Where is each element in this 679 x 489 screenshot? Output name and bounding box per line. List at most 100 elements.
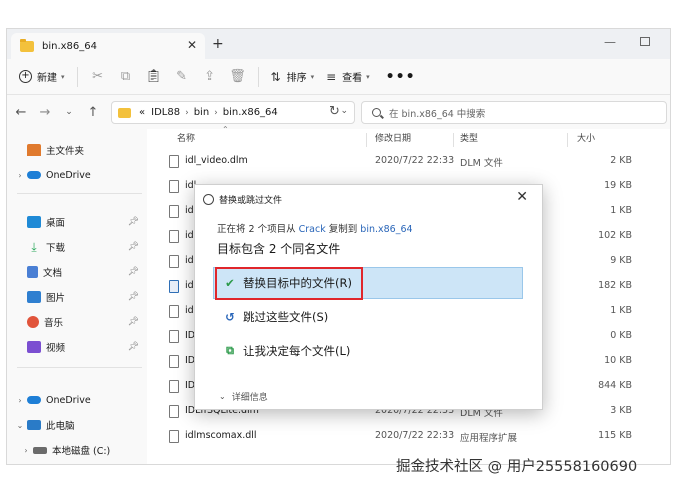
back-arrow-icon[interactable]: ← bbox=[9, 105, 33, 120]
more-details-label: 详细信息 bbox=[231, 393, 268, 403]
sort-ascending-icon: ⌃ bbox=[222, 125, 229, 134]
sidebar-item-music[interactable]: 音乐 📌︎ bbox=[7, 311, 147, 333]
more-options-button[interactable]: ••• bbox=[376, 65, 422, 89]
close-icon[interactable]: ✕ bbox=[516, 189, 528, 205]
tab-bin-x86-64[interactable]: bin.x86_64 ✕ bbox=[11, 33, 205, 59]
column-header-date[interactable]: 修改日期 bbox=[375, 131, 411, 149]
sidebar-item-label: 本地磁盘 (C:) bbox=[52, 446, 111, 457]
sidebar-item-desktop[interactable]: 桌面 📌︎ bbox=[7, 211, 147, 233]
file-name: idl_video.dlm bbox=[185, 155, 248, 166]
file-size: 102 KB bbox=[598, 230, 632, 241]
chevron-right-icon[interactable]: › bbox=[13, 171, 27, 180]
view-icon: ≡ bbox=[326, 69, 337, 84]
column-divider[interactable] bbox=[366, 133, 367, 147]
column-divider[interactable] bbox=[453, 133, 454, 147]
plus-icon[interactable]: + bbox=[212, 36, 224, 52]
file-icon bbox=[169, 430, 179, 443]
minimize-icon[interactable]: — bbox=[604, 35, 616, 49]
file-type: 应用程序扩展 bbox=[460, 433, 518, 444]
file-size: 19 KB bbox=[604, 180, 632, 191]
column-header-size[interactable]: 大小 bbox=[577, 131, 595, 149]
replace-files-button[interactable]: ✔ 替换目标中的文件(R) bbox=[223, 275, 352, 291]
sidebar-item-home[interactable]: 主文件夹 bbox=[7, 139, 84, 161]
column-header-name[interactable]: 名称 bbox=[177, 131, 195, 149]
file-size: 115 KB bbox=[598, 430, 632, 441]
column-divider[interactable] bbox=[567, 133, 568, 147]
breadcrumb-idl88[interactable]: IDL88 bbox=[151, 107, 180, 118]
rename-icon[interactable]: ✎ bbox=[168, 65, 196, 89]
plus-circle-icon: + bbox=[19, 70, 32, 83]
copy-icon[interactable]: ⧉ bbox=[112, 65, 140, 89]
view-button[interactable]: ≡ 查看 ▾ bbox=[320, 65, 376, 89]
sidebar-item-onedrive[interactable]: › OneDrive bbox=[7, 164, 91, 186]
file-date: 2020/7/22 22:33 bbox=[375, 430, 455, 441]
file-size: 9 KB bbox=[610, 255, 632, 266]
sidebar-item-onedrive-2[interactable]: › OneDrive bbox=[7, 389, 90, 411]
clock-icon bbox=[203, 194, 214, 205]
chevron-right-icon[interactable]: › bbox=[13, 396, 27, 405]
breadcrumb-bin[interactable]: bin bbox=[194, 107, 209, 118]
sidebar-item-documents[interactable]: 文档 📌︎ bbox=[7, 261, 147, 283]
file-size: 1 KB bbox=[610, 205, 632, 216]
command-bar: + 新建 ▾ ✂ ⧉ 📋︎ ✎ ⇪ 🗑︎ ⇅ 排序 ▾ ≡ 查看 ▾ ••• bbox=[7, 59, 670, 95]
new-button[interactable]: + 新建 ▾ bbox=[13, 65, 71, 89]
chevron-right-icon[interactable]: › bbox=[19, 446, 33, 455]
file-size: 2 KB bbox=[610, 155, 632, 166]
cut-icon[interactable]: ✂ bbox=[84, 65, 112, 89]
pin-icon: 📌︎ bbox=[127, 217, 139, 227]
sidebar-item-videos[interactable]: 视频 📌︎ bbox=[7, 336, 147, 358]
table-row[interactable]: idlmscomax.dll 2020/7/22 22:33 应用程序扩展 11… bbox=[147, 424, 670, 449]
copy-status-middle: 复制到 bbox=[328, 224, 358, 235]
sidebar-item-pictures[interactable]: 图片 📌︎ bbox=[7, 286, 147, 308]
maximize-icon[interactable] bbox=[640, 37, 650, 46]
recent-chevron-icon[interactable]: ⌄ bbox=[57, 107, 81, 117]
address-overflow[interactable]: « bbox=[139, 107, 145, 118]
sort-button[interactable]: ⇅ 排序 ▾ bbox=[265, 65, 321, 89]
file-icon bbox=[169, 205, 179, 218]
cloud-icon bbox=[27, 396, 41, 404]
chevron-down-icon[interactable]: ⌄ bbox=[340, 106, 348, 116]
delete-icon[interactable]: 🗑︎ bbox=[224, 65, 252, 89]
search-input[interactable]: 在 bin.x86_64 中搜索 bbox=[361, 101, 667, 124]
exe-icon bbox=[169, 280, 179, 293]
sidebar-item-label: 桌面 bbox=[46, 218, 66, 229]
pin-icon: 📌︎ bbox=[127, 342, 139, 352]
close-icon[interactable]: ✕ bbox=[187, 38, 197, 52]
file-size: 1 KB bbox=[610, 305, 632, 316]
paste-icon[interactable]: 📋︎ bbox=[140, 65, 168, 89]
destination-folder-link[interactable]: bin.x86_64 bbox=[360, 224, 412, 235]
file-type: DLM 文件 bbox=[460, 158, 503, 169]
file-icon bbox=[169, 305, 179, 318]
breadcrumb-bin-x86-64[interactable]: bin.x86_64 bbox=[223, 107, 278, 118]
chevron-down-icon[interactable]: ⌄ bbox=[13, 421, 27, 430]
file-size: 0 KB bbox=[610, 330, 632, 341]
sidebar-item-local-disk[interactable]: › 本地磁盘 (C:) bbox=[7, 439, 110, 461]
refresh-icon[interactable]: ↻ bbox=[329, 104, 340, 119]
music-icon bbox=[27, 316, 39, 328]
checkmark-icon: ✔ bbox=[225, 276, 235, 290]
address-bar[interactable]: « IDL88 › bin › bin.x86_64 ⌄ bbox=[111, 101, 355, 124]
pin-icon: 📌︎ bbox=[127, 317, 139, 327]
file-icon bbox=[169, 155, 179, 168]
share-icon[interactable]: ⇪ bbox=[196, 65, 224, 89]
conflict-heading: 目标包含 2 个同名文件 bbox=[217, 242, 341, 256]
forward-arrow-icon[interactable]: → bbox=[33, 105, 57, 120]
dialog-title: 替换或跳过文件 bbox=[219, 196, 283, 206]
decide-each-file-button[interactable]: ⧉ 让我决定每个文件(L) bbox=[223, 343, 350, 359]
table-row[interactable]: idl_video.dlm 2020/7/22 22:33 DLM 文件 2 K… bbox=[147, 149, 670, 174]
source-folder-link[interactable]: Crack bbox=[299, 224, 326, 235]
chevron-down-icon: ▾ bbox=[61, 72, 65, 81]
sidebar-item-label: OneDrive bbox=[46, 169, 91, 181]
up-arrow-icon[interactable]: ↑ bbox=[81, 105, 105, 120]
sidebar-item-downloads[interactable]: ⤓ 下载 📌︎ bbox=[7, 236, 147, 258]
toolbar-divider bbox=[257, 66, 259, 87]
column-header-type[interactable]: 类型 bbox=[460, 131, 478, 149]
search-placeholder: 在 bin.x86_64 中搜索 bbox=[389, 108, 486, 120]
more-details-toggle[interactable]: ⌄ 详细信息 bbox=[219, 390, 268, 403]
file-icon bbox=[169, 355, 179, 368]
sidebar-item-this-pc[interactable]: ⌄ 此电脑 bbox=[7, 414, 75, 436]
copy-status-text: 正在将 2 个项目从 Crack 复制到 bin.x86_64 bbox=[217, 221, 413, 235]
decide-each-file-label: 让我决定每个文件(L) bbox=[243, 344, 351, 358]
skip-files-button[interactable]: ↺ 跳过这些文件(S) bbox=[223, 309, 328, 325]
compare-files-icon: ⧉ bbox=[226, 344, 234, 357]
